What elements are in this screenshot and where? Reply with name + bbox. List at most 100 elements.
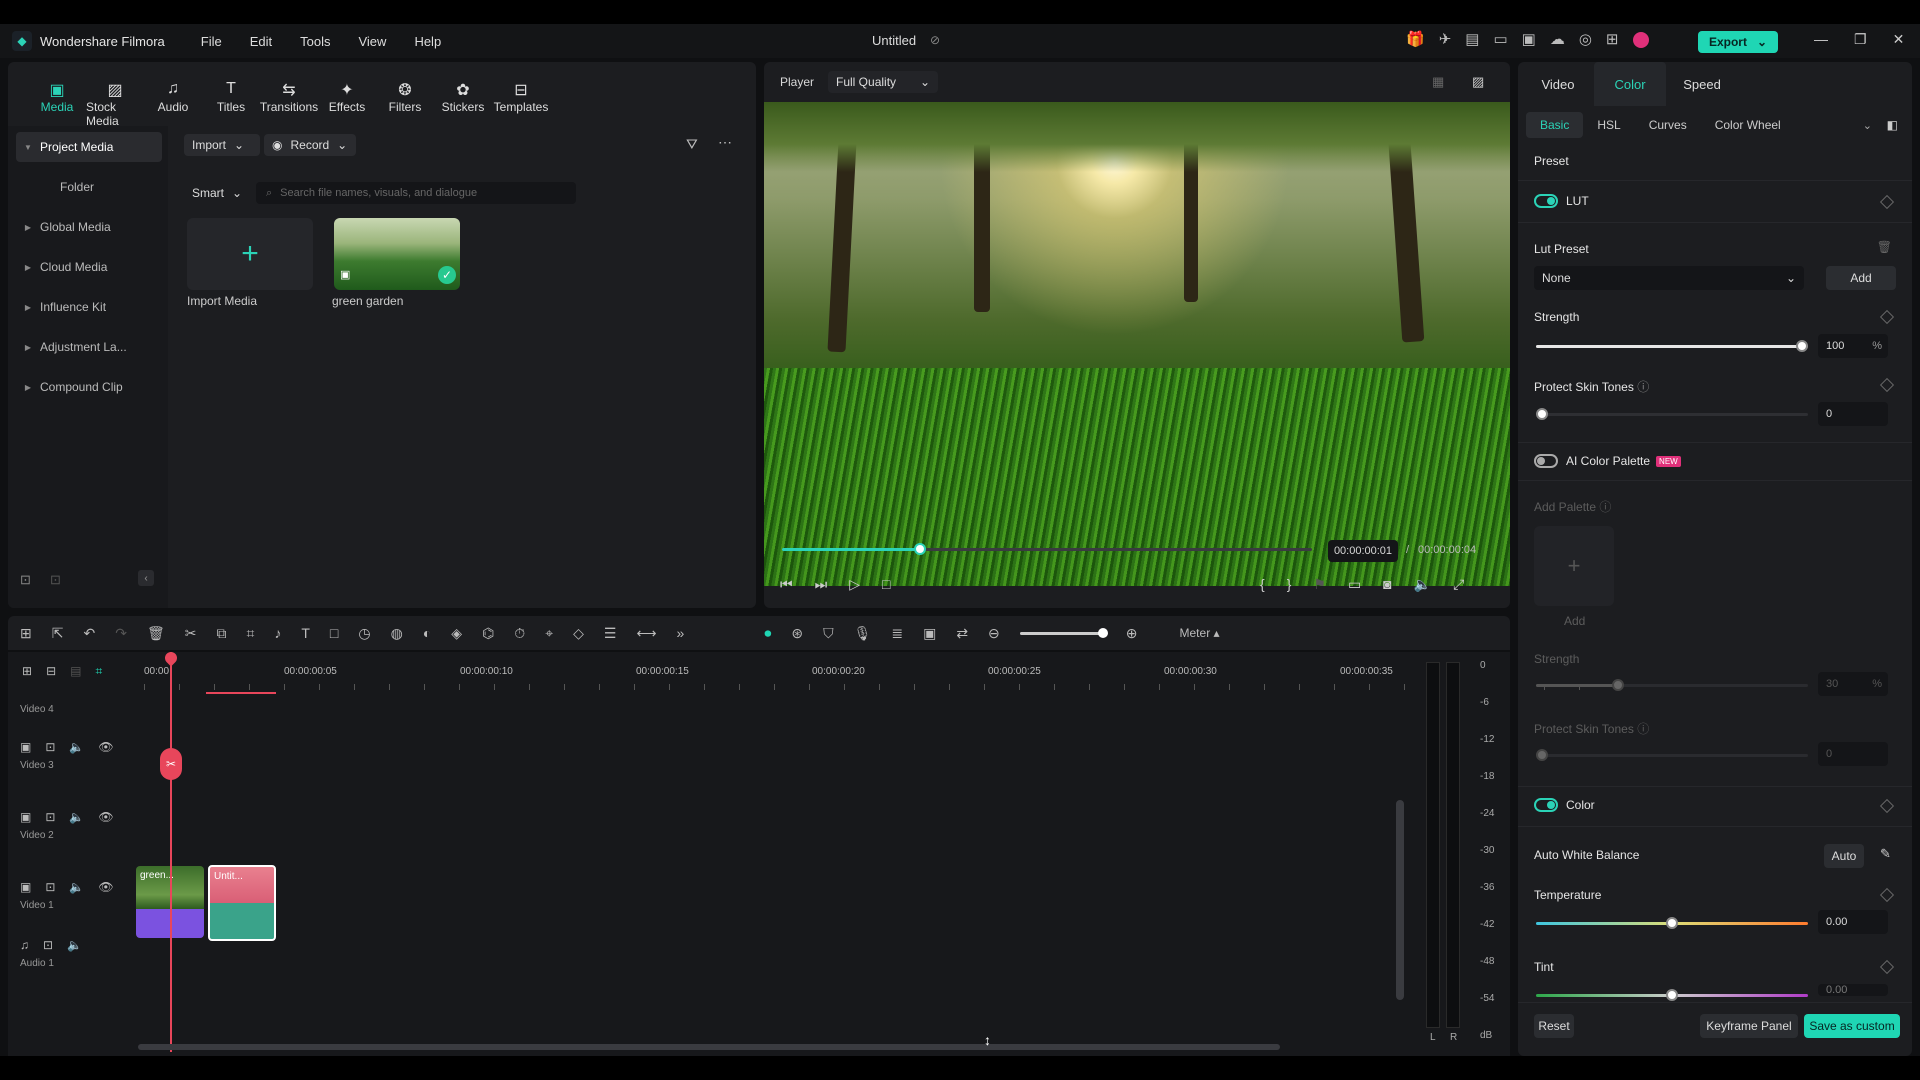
subtab-color-wheel[interactable]: Color Wheel bbox=[1701, 112, 1795, 138]
lock-icon[interactable]: ⊡ bbox=[43, 938, 53, 952]
replace-icon[interactable]: ⇄ bbox=[956, 625, 968, 642]
sidebar-item-project-media[interactable]: ▼ Project Media bbox=[16, 132, 162, 162]
lut-add-button[interactable]: Add bbox=[1826, 266, 1896, 290]
reset-button[interactable]: Reset bbox=[1534, 1014, 1574, 1038]
keyframe-diamond-icon[interactable] bbox=[1879, 377, 1895, 393]
tool-effects[interactable]: ✦ Effects bbox=[318, 62, 376, 124]
timeline-clip-untitled[interactable]: Untit... bbox=[208, 865, 276, 941]
export-button[interactable]: Export ⌄ bbox=[1698, 31, 1778, 53]
menu-view[interactable]: View bbox=[358, 34, 386, 49]
tool-stickers[interactable]: ✿ Stickers bbox=[434, 62, 492, 124]
next-frame-icon[interactable]: ⏭ bbox=[815, 576, 828, 593]
playback-scrubber[interactable] bbox=[782, 543, 1312, 555]
more-options-icon[interactable]: ⋯ bbox=[718, 134, 732, 151]
slider-handle[interactable] bbox=[1612, 679, 1624, 691]
mark-out-icon[interactable]: } bbox=[1287, 576, 1292, 593]
shield-icon[interactable]: ⛉ bbox=[823, 625, 834, 642]
tab-speed[interactable]: Speed bbox=[1666, 62, 1738, 106]
grid-view-icon[interactable]: ▦ bbox=[1432, 74, 1444, 90]
pip-icon[interactable]: ▣ bbox=[923, 625, 936, 642]
add-palette-button[interactable]: + bbox=[1534, 526, 1614, 606]
frame-icon[interactable]: □ bbox=[330, 625, 338, 641]
video-preview[interactable] bbox=[764, 102, 1510, 586]
tab-video[interactable]: Video bbox=[1522, 62, 1594, 106]
temperature-slider[interactable] bbox=[1536, 917, 1808, 929]
sidebar-item-cloud-media[interactable]: ▶ Cloud Media bbox=[16, 252, 162, 282]
tool-media[interactable]: ▣ Media bbox=[28, 62, 86, 124]
menu-edit[interactable]: Edit bbox=[250, 34, 272, 49]
add-track-icon[interactable]: ⊞ bbox=[22, 664, 32, 679]
sidebar-item-compound-clip[interactable]: ▶ Compound Clip bbox=[16, 372, 162, 402]
auto-ripple-icon[interactable]: ⏺ bbox=[764, 625, 771, 642]
palette-protect-input[interactable]: 0 bbox=[1818, 742, 1888, 766]
undo-icon[interactable]: ↶ bbox=[83, 625, 95, 642]
subtab-basic[interactable]: Basic bbox=[1526, 112, 1584, 138]
record-dropdown[interactable]: ◉ Record ⌄ bbox=[264, 134, 356, 156]
subtab-curves[interactable]: Curves bbox=[1635, 112, 1701, 138]
protect-skin-input[interactable]: 0 bbox=[1818, 402, 1888, 426]
keyframe-diamond-icon[interactable] bbox=[1879, 194, 1895, 210]
send-icon[interactable]: ✈ bbox=[1439, 30, 1452, 48]
minimize-icon[interactable]: — bbox=[1814, 31, 1828, 48]
redo-icon[interactable]: ↷ bbox=[115, 625, 127, 642]
slider-handle[interactable] bbox=[1796, 340, 1808, 352]
sidebar-item-influence-kit[interactable]: ▶ Influence Kit bbox=[16, 292, 162, 322]
lock-icon[interactable]: ⊡ bbox=[45, 880, 55, 894]
stabilize-icon[interactable]: ⌬ bbox=[482, 625, 494, 642]
scrubber-handle[interactable] bbox=[913, 543, 926, 555]
zoom-out-icon[interactable]: ⊖ bbox=[988, 625, 1000, 642]
smart-dropdown[interactable]: Smart ⌄ bbox=[184, 182, 242, 204]
camera-snapshot-icon[interactable]: ◙ bbox=[1383, 576, 1391, 593]
lut-toggle[interactable] bbox=[1534, 194, 1558, 208]
media-thumbnail-green-garden[interactable]: ▣ ✓ bbox=[334, 218, 460, 290]
keyframe-diamond-icon[interactable] bbox=[1879, 309, 1895, 325]
info-icon[interactable]: ⓘ bbox=[1637, 380, 1649, 394]
palette-strength-input[interactable]: 30% bbox=[1818, 672, 1888, 696]
ai-cut-icon[interactable]: ⌖ bbox=[545, 625, 553, 642]
crop-icon[interactable]: ⌗ bbox=[246, 625, 254, 642]
search-input[interactable]: Search file names, visuals, and dialogue bbox=[280, 187, 477, 199]
eye-icon[interactable]: 👁 bbox=[98, 810, 113, 824]
zoom-in-icon[interactable]: ⊕ bbox=[1126, 625, 1138, 642]
apps-grid-icon[interactable]: ⊞ bbox=[1606, 30, 1619, 48]
lock-icon[interactable]: ⊡ bbox=[45, 810, 55, 824]
temperature-input[interactable]: 0.00 bbox=[1818, 910, 1888, 934]
layout-icon[interactable]: ⊞ bbox=[20, 625, 32, 642]
tool-stock-media[interactable]: ▨ Stock Media bbox=[86, 62, 144, 128]
delete-icon[interactable]: 🗑 bbox=[147, 625, 165, 642]
enhance-icon[interactable]: ◐ bbox=[423, 625, 431, 641]
speed-icon[interactable]: ◷ bbox=[358, 625, 370, 642]
audio-mix-icon[interactable]: ≣ bbox=[891, 625, 903, 642]
vertical-scrollbar[interactable] bbox=[1396, 800, 1404, 1000]
keyframe-icon[interactable]: ◇ bbox=[573, 625, 584, 642]
eye-icon[interactable]: 👁 bbox=[98, 740, 113, 754]
play-icon[interactable]: ▷ bbox=[849, 576, 860, 593]
eyedropper-icon[interactable]: ✎ bbox=[1880, 846, 1891, 862]
marker-icon[interactable]: ⚑ bbox=[1313, 576, 1326, 593]
folder-icon[interactable]: ⊡ bbox=[50, 572, 61, 588]
gift-icon[interactable]: 🎁 bbox=[1406, 30, 1425, 48]
menu-help[interactable]: Help bbox=[414, 34, 441, 49]
tool-filters[interactable]: ❂ Filters bbox=[376, 62, 434, 124]
eye-icon[interactable]: 👁 bbox=[98, 880, 113, 894]
tool-transitions[interactable]: ⇆ Transitions bbox=[260, 62, 318, 124]
render-icon[interactable]: ⊛ bbox=[791, 625, 803, 642]
speaker-icon[interactable]: 🔈 bbox=[67, 938, 82, 952]
close-icon[interactable]: ✕ bbox=[1893, 31, 1905, 48]
snap-icon[interactable]: ⌗ bbox=[95, 664, 102, 679]
zoom-slider[interactable] bbox=[1019, 627, 1108, 638]
tool-audio[interactable]: ♫ Audio bbox=[144, 62, 202, 124]
tab-color[interactable]: Color bbox=[1594, 62, 1666, 106]
image-snapshot-icon[interactable]: ▨ bbox=[1472, 74, 1484, 90]
save-icon[interactable]: ▣ bbox=[1522, 30, 1536, 48]
fullscreen-icon[interactable]: ⤢ bbox=[1453, 576, 1464, 593]
slider-handle[interactable] bbox=[1666, 989, 1678, 1001]
prev-frame-icon[interactable]: ⏮ bbox=[780, 576, 793, 593]
playhead[interactable] bbox=[170, 652, 172, 1052]
subtab-hsl[interactable]: HSL bbox=[1583, 112, 1634, 138]
collapse-sidebar-icon[interactable]: ‹ bbox=[138, 570, 154, 586]
media-search[interactable]: ⌕ Search file names, visuals, and dialog… bbox=[256, 182, 576, 204]
keyframe-diamond-icon[interactable] bbox=[1879, 959, 1895, 975]
protect-skin-slider[interactable] bbox=[1536, 408, 1808, 420]
palette-strength-slider[interactable] bbox=[1536, 679, 1808, 691]
